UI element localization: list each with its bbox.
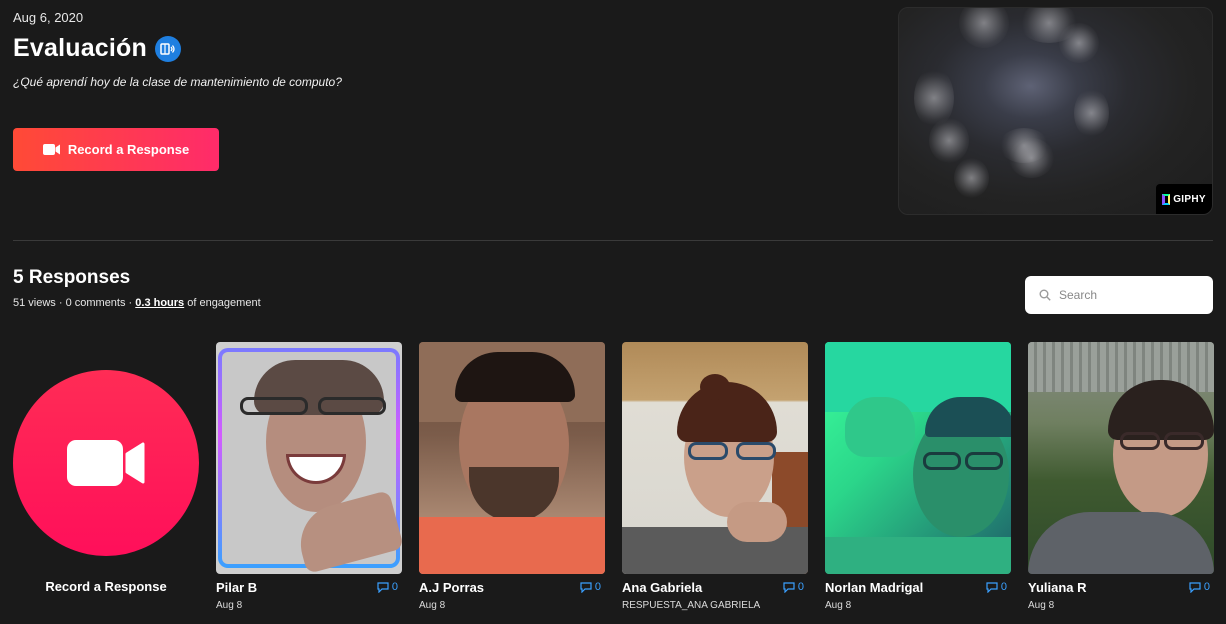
video-camera-icon <box>42 144 60 155</box>
comment-count: 0 <box>1203 581 1210 593</box>
topic-media-gif[interactable]: GIPHY <box>898 7 1213 215</box>
section-divider <box>13 240 1213 241</box>
response-comments[interactable]: 0 <box>377 581 398 593</box>
search-icon <box>1039 289 1051 301</box>
comment-icon <box>783 581 795 593</box>
response-comments[interactable]: 0 <box>580 581 601 593</box>
record-response-label: Record a Response <box>67 142 190 157</box>
responses-title: 5 Responses <box>13 267 131 288</box>
comment-count: 0 <box>391 581 398 593</box>
engagement-hours-link[interactable]: 0.3 hours <box>135 297 184 309</box>
comment-icon <box>1189 581 1201 593</box>
response-card[interactable]: Norlan Madrigal 0 Aug 8 <box>825 342 1011 611</box>
response-author: Yuliana R <box>1028 580 1087 595</box>
topic-date: Aug 6, 2020 <box>13 10 84 25</box>
response-author: Norlan Madrigal <box>825 580 924 595</box>
response-date: Aug 8 <box>825 600 852 611</box>
video-camera-icon <box>67 440 145 486</box>
response-date: Aug 8 <box>419 600 446 611</box>
response-date: Aug 8 <box>216 600 243 611</box>
response-date: Aug 8 <box>1028 600 1055 611</box>
response-thumbnail[interactable] <box>216 342 402 574</box>
response-title: RESPUESTA_ANA GABRIELA <box>622 600 761 611</box>
record-response-circle-button[interactable] <box>13 370 199 556</box>
comment-count: 0 <box>797 581 804 593</box>
response-card[interactable]: A.J Porras 0 Aug 8 <box>419 342 605 611</box>
response-comments[interactable]: 0 <box>986 581 1007 593</box>
comment-icon <box>377 581 389 593</box>
response-author: A.J Porras <box>419 580 485 595</box>
response-thumbnail[interactable] <box>825 342 1011 574</box>
response-author: Pilar B <box>216 580 258 595</box>
giphy-logo-icon <box>1162 193 1171 205</box>
topic-prompt: ¿Qué aprendí hoy de la clase de mantenim… <box>13 75 342 89</box>
stats-suffix: of engagement <box>184 297 261 309</box>
response-author: Ana Gabriela <box>622 580 703 595</box>
response-card[interactable]: Pilar B 0 Aug 8 <box>216 342 402 611</box>
response-card[interactable]: Ana Gabriela 0 RESPUESTA_ANA GABRIELA <box>622 342 808 611</box>
response-thumbnail[interactable] <box>419 342 605 574</box>
topic-title: Evaluación <box>13 34 147 62</box>
response-thumbnail[interactable] <box>622 342 808 574</box>
comment-count: 0 <box>1000 581 1007 593</box>
search-input[interactable] <box>1059 288 1199 302</box>
response-comments[interactable]: 0 <box>1189 581 1210 593</box>
record-response-button[interactable]: Record a Response <box>13 128 219 171</box>
response-comments[interactable]: 0 <box>783 581 804 593</box>
record-response-circle-label[interactable]: Record a Response <box>13 579 199 594</box>
search-box[interactable] <box>1025 276 1213 314</box>
topic-title-row: Evaluación <box>13 34 181 63</box>
giphy-badge: GIPHY <box>1156 184 1212 214</box>
response-thumbnail[interactable] <box>1028 342 1214 574</box>
immersive-reader-icon[interactable] <box>155 35 181 62</box>
comment-icon <box>986 581 998 593</box>
response-card[interactable]: Yuliana R 0 Aug 8 <box>1028 342 1214 611</box>
engagement-stats: 51 views · 0 comments · 0.3 hours of eng… <box>13 297 261 309</box>
stats-prefix: 51 views · 0 comments · <box>13 297 136 309</box>
giphy-label: GIPHY <box>1173 193 1206 205</box>
comment-icon <box>580 581 592 593</box>
comment-count: 0 <box>594 581 601 593</box>
